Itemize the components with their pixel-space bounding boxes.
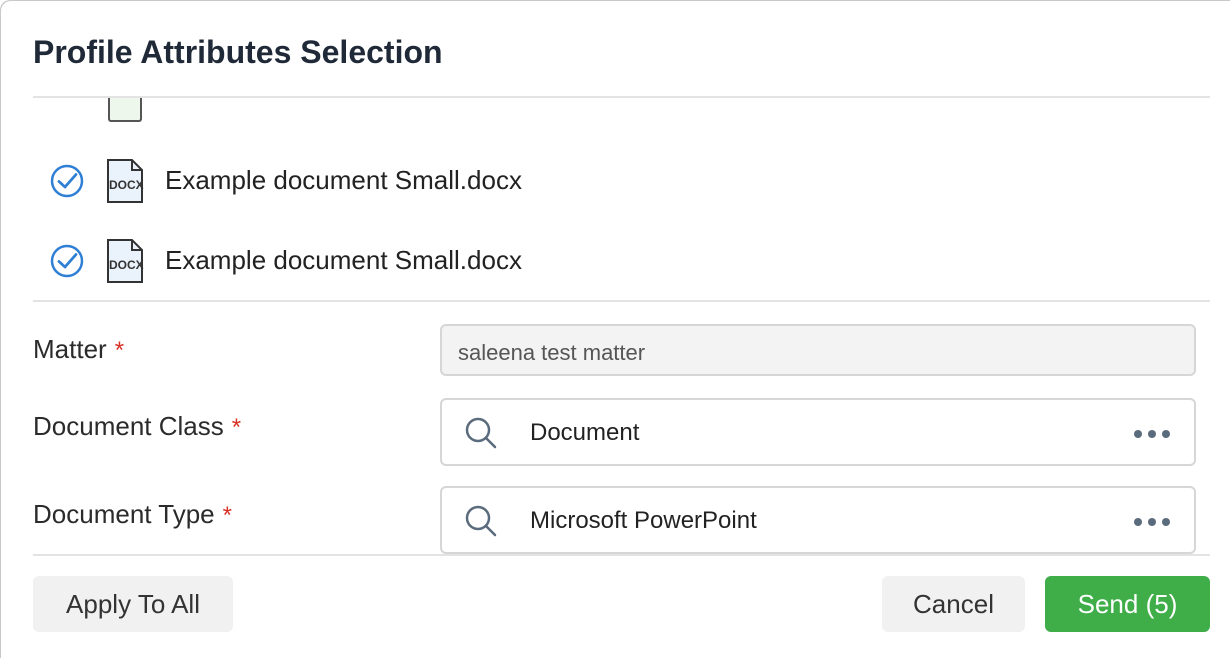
partial-file-icon xyxy=(108,98,142,122)
docx-file-icon: DOCX xyxy=(107,159,144,203)
document-class-label: Document Class * xyxy=(33,411,242,441)
required-mark: * xyxy=(231,414,242,441)
more-dots-icon[interactable] xyxy=(1134,518,1170,526)
search-icon[interactable] xyxy=(464,416,498,450)
list-divider xyxy=(33,300,1210,302)
required-mark: * xyxy=(114,337,125,364)
selected-files-list[interactable]: DOCX Example document Small.docx DOCX Ex… xyxy=(33,98,1210,300)
more-dots-icon[interactable] xyxy=(1134,430,1170,438)
document-type-label: Document Type * xyxy=(33,499,232,529)
docx-file-icon: DOCX xyxy=(107,239,144,283)
dialog-title: Profile Attributes Selection xyxy=(33,34,443,70)
matter-label: Matter * xyxy=(33,334,125,364)
check-circle-icon[interactable] xyxy=(49,163,85,199)
svg-text:DOCX: DOCX xyxy=(109,178,144,192)
document-class-field[interactable]: Document xyxy=(440,398,1196,466)
file-row[interactable]: DOCX Example document Small.docx xyxy=(33,230,1210,290)
file-name: Example document Small.docx xyxy=(165,245,522,275)
profile-attributes-dialog: Profile Attributes Selection DOCX Exampl… xyxy=(0,0,1230,658)
cancel-button[interactable]: Cancel xyxy=(882,576,1025,632)
search-icon[interactable] xyxy=(464,504,498,538)
matter-row: Matter * saleena test matter xyxy=(33,320,1210,390)
document-type-row: Document Type * Microsoft PowerPoint xyxy=(33,485,1210,555)
document-type-value: Microsoft PowerPoint xyxy=(530,507,757,534)
document-type-field[interactable]: Microsoft PowerPoint xyxy=(440,486,1196,554)
send-button[interactable]: Send (5) xyxy=(1045,576,1210,632)
file-row[interactable]: DOCX Example document Small.docx xyxy=(33,150,1210,210)
required-mark: * xyxy=(222,502,232,529)
svg-text:DOCX: DOCX xyxy=(109,258,144,272)
check-circle-icon[interactable] xyxy=(49,243,85,279)
footer-divider xyxy=(33,554,1210,556)
matter-field: saleena test matter xyxy=(440,324,1196,376)
apply-to-all-button[interactable]: Apply To All xyxy=(33,576,233,632)
file-name: Example document Small.docx xyxy=(165,165,522,195)
document-class-row: Document Class * Document xyxy=(33,397,1210,467)
document-class-value: Document xyxy=(530,419,640,446)
